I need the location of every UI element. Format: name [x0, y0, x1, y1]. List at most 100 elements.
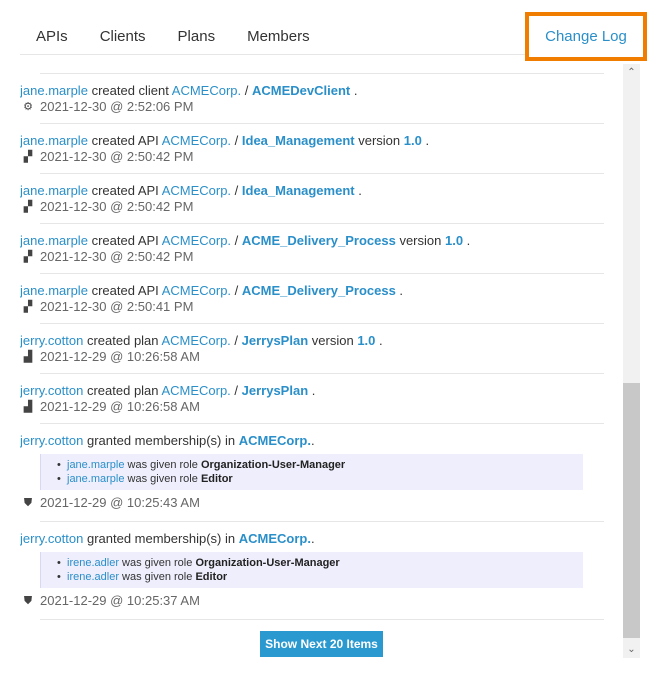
gears-icon: ⚙ [23, 101, 33, 113]
entry-date: ⚙ 2021-12-30 @ 2:52:06 PM [20, 99, 604, 115]
entry-text: jerry.cotton granted membership(s) in AC… [20, 433, 315, 448]
tab-bar: APIs Clients Plans Members [20, 20, 528, 55]
actor-link[interactable]: jane.marple [20, 83, 88, 98]
target-link[interactable]: JerrysPlan [242, 333, 309, 348]
scroll-down-icon[interactable]: ⌄ [623, 641, 640, 658]
actor-link[interactable]: jerry.cotton [20, 333, 83, 348]
scroll-up-icon[interactable]: ⌃ [623, 64, 640, 81]
role-item: irene.adler was given role Organization-… [57, 556, 583, 570]
shield-icon: ⛊ [23, 497, 33, 509]
role-text: was given role [127, 459, 198, 471]
role-list: irene.adler was given role Organization-… [40, 552, 583, 588]
target-link[interactable]: ACMEDevClient [252, 83, 350, 98]
version-link[interactable]: 1.0 [404, 133, 422, 148]
role-name: Editor [200, 473, 233, 485]
org-link[interactable]: ACMECorp. [162, 183, 231, 198]
date-text: 2021-12-30 @ 2:50:42 PM [40, 199, 194, 214]
entry-date: ▟ 2021-12-29 @ 10:26:58 AM [20, 349, 604, 365]
entry-text: jerry.cotton created plan ACMECorp. / Je… [20, 333, 383, 348]
target-link[interactable]: JerrysPlan [242, 383, 309, 398]
target-link[interactable]: ACME_Delivery_Process [242, 233, 396, 248]
action-text: created API [91, 183, 159, 198]
tab-clients[interactable]: Clients [84, 20, 162, 54]
action-text: created plan [86, 383, 159, 398]
org-link[interactable]: ACMECorp. [162, 233, 231, 248]
actor-link[interactable]: jane.marple [20, 183, 88, 198]
scrollbar-thumb[interactable] [623, 383, 640, 638]
user-link[interactable]: irene.adler [67, 571, 119, 583]
entry-date: ▞ 2021-12-30 @ 2:50:42 PM [20, 149, 604, 165]
tab-change-log[interactable]: Change Log [525, 12, 647, 61]
tab-change-log-label: Change Log [545, 28, 627, 45]
org-link[interactable]: ACMECorp. [161, 333, 230, 348]
date-text: 2021-12-29 @ 10:26:58 AM [40, 399, 200, 414]
list-item: jane.marple created API ACMECorp. / ACME… [20, 273, 604, 323]
entry-date: ▟ 2021-12-29 @ 10:26:58 AM [20, 399, 604, 415]
date-text: 2021-12-30 @ 2:50:42 PM [40, 149, 194, 164]
list-item: jerry.cotton created plan ACMECorp. / Je… [20, 373, 604, 423]
user-link[interactable]: irene.adler [67, 557, 119, 569]
user-link[interactable]: jane.marple [67, 459, 124, 471]
role-item: irene.adler was given role Editor [57, 570, 583, 584]
entry-text: jane.marple created API ACMECorp. / ACME… [20, 233, 471, 248]
entry-date: ▞ 2021-12-30 @ 2:50:41 PM [20, 299, 604, 315]
entry-text: jane.marple created client ACMECorp. / A… [20, 83, 358, 98]
list-item: jerry.cotton created plan ACMECorp. / Je… [20, 323, 604, 373]
action-text: created API [91, 233, 159, 248]
org-link[interactable]: ACMECorp. [239, 433, 311, 448]
bar-chart-icon: ▟ [23, 401, 33, 413]
puzzle-icon: ▞ [23, 251, 33, 263]
tab-plans[interactable]: Plans [162, 20, 232, 54]
target-link[interactable]: Idea_Management [242, 183, 355, 198]
actor-link[interactable]: jane.marple [20, 233, 88, 248]
role-name: Organization-User-Manager [200, 459, 346, 471]
entry-text: jerry.cotton granted membership(s) in AC… [20, 531, 315, 546]
date-text: 2021-12-30 @ 2:50:42 PM [40, 249, 194, 264]
entry-text: jane.marple created API ACMECorp. / Idea… [20, 133, 430, 148]
org-link[interactable]: ACMECorp. [172, 83, 241, 98]
action-text: created API [91, 283, 159, 298]
show-next-items-button[interactable]: Show Next 20 Items [260, 631, 383, 657]
entry-text: jane.marple created API ACMECorp. / ACME… [20, 283, 404, 298]
role-name: Organization-User-Manager [195, 557, 340, 569]
actor-link[interactable]: jerry.cotton [20, 383, 83, 398]
actor-link[interactable]: jane.marple [20, 283, 88, 298]
actor-link[interactable]: jane.marple [20, 133, 88, 148]
entry-date: ⛊ 2021-12-29 @ 10:25:43 AM [20, 495, 604, 511]
version-word: version [399, 233, 442, 248]
role-list: jane.marple was given role Organization-… [40, 454, 583, 490]
role-text: was given role [127, 473, 198, 485]
tab-members[interactable]: Members [231, 20, 326, 54]
actor-link[interactable]: jerry.cotton [20, 433, 83, 448]
scrollbar[interactable]: ⌃ ⌄ [623, 64, 640, 658]
target-link[interactable]: Idea_Management [242, 133, 355, 148]
entry-date: ▞ 2021-12-30 @ 2:50:42 PM [20, 249, 604, 265]
org-link[interactable]: ACMECorp. [162, 133, 231, 148]
org-link[interactable]: ACMECorp. [162, 283, 231, 298]
entry-date: ⛊ 2021-12-29 @ 10:25:37 AM [20, 593, 604, 609]
user-link[interactable]: jane.marple [67, 473, 124, 485]
version-link[interactable]: 1.0 [357, 333, 375, 348]
role-item: jane.marple was given role Organization-… [57, 458, 583, 472]
puzzle-icon: ▞ [23, 151, 33, 163]
list-item: jerry.cotton granted membership(s) in AC… [20, 423, 604, 521]
bar-chart-icon: ▟ [23, 351, 33, 363]
action-text: created API [91, 133, 159, 148]
list-item: jane.marple created API ACMECorp. / ACME… [20, 223, 604, 273]
org-link[interactable]: ACMECorp. [239, 531, 311, 546]
list-item: jane.marple created client ACMECorp. / A… [20, 73, 604, 123]
role-name: Editor [195, 571, 228, 583]
org-link[interactable]: ACMECorp. [161, 383, 230, 398]
actor-link[interactable]: jerry.cotton [20, 531, 83, 546]
version-word: version [311, 333, 354, 348]
role-text: was given role [122, 571, 193, 583]
entry-date: ▞ 2021-12-30 @ 2:50:42 PM [20, 199, 604, 215]
tab-apis[interactable]: APIs [20, 20, 84, 54]
date-text: 2021-12-29 @ 10:25:37 AM [40, 593, 200, 608]
version-link[interactable]: 1.0 [445, 233, 463, 248]
role-item: jane.marple was given role Editor [57, 472, 583, 486]
target-link[interactable]: ACME_Delivery_Process [242, 283, 396, 298]
puzzle-icon: ▞ [23, 301, 33, 313]
list-item: jerry.cotton granted membership(s) in AC… [20, 521, 604, 619]
shield-icon: ⛊ [23, 595, 33, 607]
